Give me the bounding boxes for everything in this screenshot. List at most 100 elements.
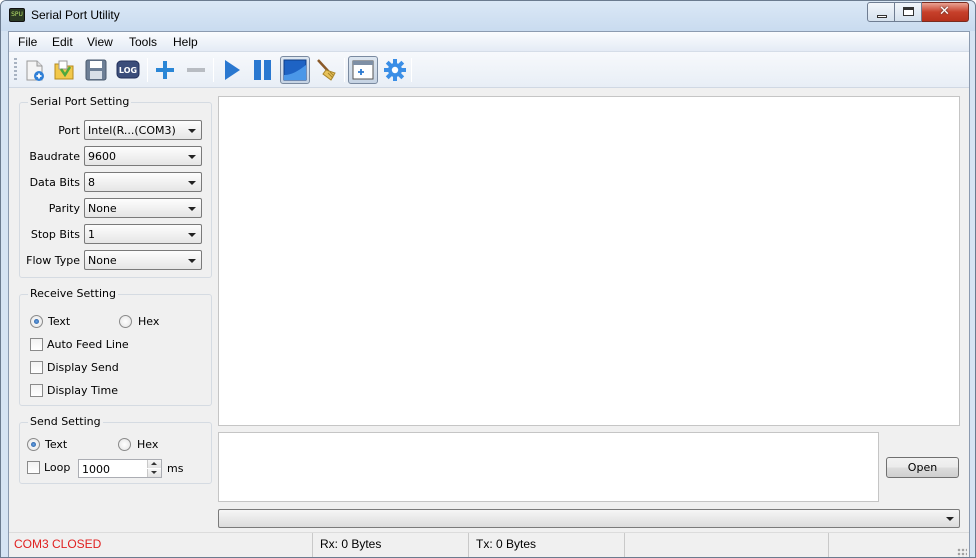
parity-select[interactable]: None	[84, 198, 202, 218]
chevron-down-icon	[188, 233, 196, 237]
flow-type-select[interactable]: None	[84, 250, 202, 270]
send-hex-radio[interactable]	[118, 438, 131, 451]
serial-port-setting-group: Serial Port Setting Port Intel(R...(COM3…	[19, 95, 212, 278]
send-text-radio[interactable]	[27, 438, 40, 451]
menu-file[interactable]: File	[18, 35, 37, 49]
stepper-up-icon[interactable]	[147, 460, 161, 468]
status-tx-cell: Tx: 0 Bytes	[469, 533, 625, 557]
baudrate-value: 9600	[88, 150, 116, 163]
chevron-down-icon	[188, 129, 196, 133]
send-history-select[interactable]	[218, 509, 960, 528]
pause-button[interactable]	[250, 57, 276, 83]
menu-tools[interactable]: Tools	[129, 35, 157, 49]
port-value: Intel(R...(COM3)	[88, 124, 176, 137]
send-text-label: Text	[45, 438, 68, 451]
chevron-down-icon	[188, 207, 196, 211]
close-button[interactable]: ✕	[922, 2, 969, 22]
loop-interval-stepper[interactable]: 1000	[78, 459, 162, 478]
maximize-button[interactable]	[895, 2, 922, 22]
save-button[interactable]	[83, 57, 109, 83]
data-bits-value: 8	[88, 176, 95, 189]
menu-view[interactable]: View	[87, 35, 113, 49]
send-input-area[interactable]	[218, 432, 879, 502]
pause-icon	[254, 60, 271, 80]
status-port-cell: COM3 CLOSED	[9, 533, 313, 557]
port-select[interactable]: Intel(R...(COM3)	[84, 120, 202, 140]
display-time-label: Display Time	[47, 384, 118, 397]
flow-type-value: None	[88, 254, 117, 267]
chevron-down-icon	[188, 155, 196, 159]
status-bar: COM3 CLOSED Rx: 0 Bytes Tx: 0 Bytes	[9, 532, 969, 557]
maximize-icon	[903, 7, 914, 16]
window-title: Serial Port Utility	[31, 8, 120, 22]
new-button[interactable]	[21, 57, 47, 83]
receive-display-area[interactable]	[218, 96, 960, 426]
resize-grip-icon[interactable]	[957, 548, 967, 557]
loop-unit-label: ms	[167, 462, 184, 475]
serial-port-setting-title: Serial Port Setting	[28, 95, 132, 108]
minimize-button[interactable]	[867, 2, 895, 22]
flow-type-label: Flow Type	[26, 254, 80, 267]
auto-feed-line-label: Auto Feed Line	[47, 338, 129, 351]
receive-text-label: Text	[48, 315, 71, 328]
menu-help[interactable]: Help	[173, 35, 198, 49]
close-icon: ✕	[939, 4, 950, 19]
play-icon	[225, 60, 240, 80]
title-bar[interactable]: SPU Serial Port Utility ✕	[1, 1, 975, 31]
stop-bits-select[interactable]: 1	[84, 224, 202, 244]
baudrate-label: Baudrate	[29, 150, 80, 163]
tx-count-text: Tx: 0 Bytes	[476, 537, 537, 551]
open-folder-icon	[54, 60, 74, 80]
status-rx-cell: Rx: 0 Bytes	[313, 533, 469, 557]
receive-setting-title: Receive Setting	[28, 287, 118, 300]
gear-icon	[384, 59, 406, 81]
baudrate-select[interactable]: 9600	[84, 146, 202, 166]
receive-text-radio[interactable]	[30, 315, 43, 328]
data-bits-label: Data Bits	[29, 176, 80, 189]
clear-button[interactable]	[314, 57, 340, 83]
menu-edit[interactable]: Edit	[52, 35, 73, 49]
display-mode-button[interactable]	[280, 56, 310, 84]
loop-interval-value: 1000	[82, 463, 110, 476]
new-icon	[26, 60, 44, 81]
receive-hex-radio[interactable]	[119, 315, 132, 328]
toolbar-separator	[411, 58, 412, 82]
toolbar-grip[interactable]	[14, 58, 17, 82]
add-button[interactable]	[152, 57, 178, 83]
broom-clear-icon	[317, 59, 336, 81]
open-button[interactable]	[51, 57, 77, 83]
loop-checkbox[interactable]	[27, 461, 40, 474]
add-window-button[interactable]	[348, 56, 378, 84]
app-window: SPU Serial Port Utility ✕ File Edit View…	[0, 0, 976, 558]
log-button[interactable]: LOG	[115, 57, 141, 83]
send-hex-label: Hex	[137, 438, 159, 451]
auto-feed-line-checkbox[interactable]	[30, 338, 43, 351]
send-setting-title: Send Setting	[28, 415, 103, 428]
receive-setting-group: Receive Setting Text Hex Auto Feed Line …	[19, 287, 212, 406]
display-send-checkbox[interactable]	[30, 361, 43, 374]
remove-icon	[187, 68, 205, 72]
stepper-down-icon[interactable]	[147, 469, 161, 477]
add-window-icon	[352, 60, 374, 80]
display-time-checkbox[interactable]	[30, 384, 43, 397]
remove-button[interactable]	[183, 57, 209, 83]
rx-count-text: Rx: 0 Bytes	[320, 537, 382, 551]
display-send-label: Display Send	[47, 361, 119, 374]
settings-button[interactable]	[382, 57, 408, 83]
send-setting-group: Send Setting Text Hex Loop 1000 ms	[19, 415, 212, 484]
toolbar-separator	[344, 58, 345, 82]
start-button[interactable]	[219, 57, 245, 83]
port-status-text: COM3 CLOSED	[14, 537, 102, 551]
toolbar: LOG	[9, 52, 969, 88]
toolbar-separator	[213, 58, 214, 82]
log-icon: LOG	[116, 60, 140, 79]
log-label: LOG	[119, 66, 137, 75]
display-mode-icon	[283, 59, 307, 81]
open-button[interactable]: Open	[886, 457, 959, 478]
status-empty-cell	[625, 533, 829, 557]
chevron-down-icon	[946, 517, 954, 521]
data-bits-select[interactable]: 8	[84, 172, 202, 192]
chevron-down-icon	[188, 181, 196, 185]
port-label: Port	[58, 124, 80, 137]
save-icon	[85, 59, 107, 81]
